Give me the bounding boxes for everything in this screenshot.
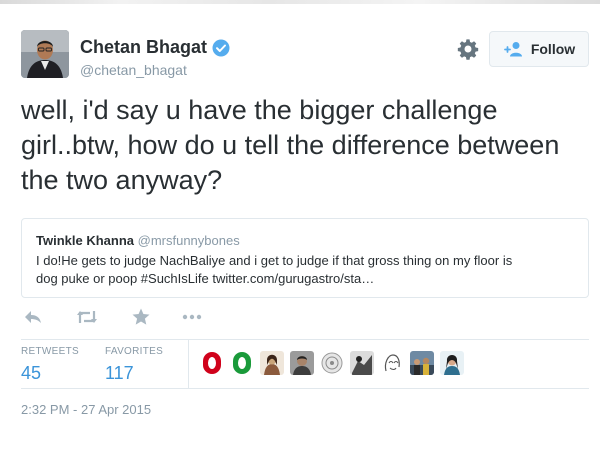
favorites-label: FAVORITES	[105, 346, 164, 357]
favoriter-avatar-6[interactable]	[350, 351, 374, 375]
favorites-stat[interactable]: FAVORITES 117	[105, 346, 163, 384]
favoriter-avatar-5[interactable]	[320, 351, 344, 375]
verified-badge-icon	[212, 39, 230, 57]
favoriter-avatar-1[interactable]	[200, 351, 224, 375]
quoted-tweet-card[interactable]: Twinkle Khanna @mrsfunnybones I do!He ge…	[21, 218, 589, 298]
person-photo-icon	[440, 351, 464, 375]
red-logo-icon	[200, 351, 224, 375]
reply-icon[interactable]	[23, 307, 43, 327]
stats-separator	[188, 340, 189, 388]
favoriter-avatar-4[interactable]	[290, 351, 314, 375]
group-photo-icon	[410, 351, 434, 375]
seal-icon	[320, 351, 344, 375]
tweet-text: well, i'd say u have the bigger challeng…	[21, 95, 560, 195]
quoted-tweet-author-handle: @mrsfunnybones	[137, 233, 240, 248]
more-icon[interactable]	[181, 307, 203, 327]
quoted-tweet-text: I do!He gets to judge NachBaliye and i g…	[36, 253, 513, 286]
favorite-icon[interactable]	[131, 307, 151, 327]
person-photo-icon	[350, 351, 374, 375]
divider-bottom	[21, 388, 589, 389]
green-logo-icon	[230, 351, 254, 375]
author-handle[interactable]: @chetan_bhagat	[80, 62, 187, 78]
favorites-count: 117	[105, 363, 134, 383]
add-user-icon	[503, 42, 522, 57]
favoriter-avatar-2[interactable]	[230, 351, 254, 375]
favoriter-avatar-8[interactable]	[410, 351, 434, 375]
top-image-strip	[0, 0, 600, 4]
favoriter-avatar-7[interactable]	[380, 351, 404, 375]
retweets-label: RETWEETS	[21, 346, 79, 357]
divider-top	[21, 339, 589, 340]
favoriter-avatar-9[interactable]	[440, 351, 464, 375]
author-avatar[interactable]	[21, 30, 69, 78]
tweet-timestamp[interactable]: 2:32 PM - 27 Apr 2015	[21, 402, 151, 417]
follow-button[interactable]: Follow	[489, 31, 589, 67]
person-photo-icon	[260, 351, 284, 375]
follow-button-label: Follow	[530, 41, 576, 57]
person-photo-icon	[290, 351, 314, 375]
favoriter-avatar-3[interactable]	[260, 351, 284, 375]
sketch-portrait-icon	[380, 351, 404, 375]
retweet-icon[interactable]	[76, 307, 98, 327]
retweets-stat[interactable]: RETWEETS 45	[21, 346, 79, 384]
author-name[interactable]: Chetan Bhagat	[80, 37, 207, 58]
quoted-tweet-author-name: Twinkle Khanna	[36, 233, 134, 248]
gear-icon[interactable]	[457, 38, 479, 60]
quoted-tweet-header: Twinkle Khanna @mrsfunnybones	[36, 233, 574, 248]
profile-photo-icon	[21, 30, 69, 78]
retweets-count: 45	[21, 363, 42, 383]
